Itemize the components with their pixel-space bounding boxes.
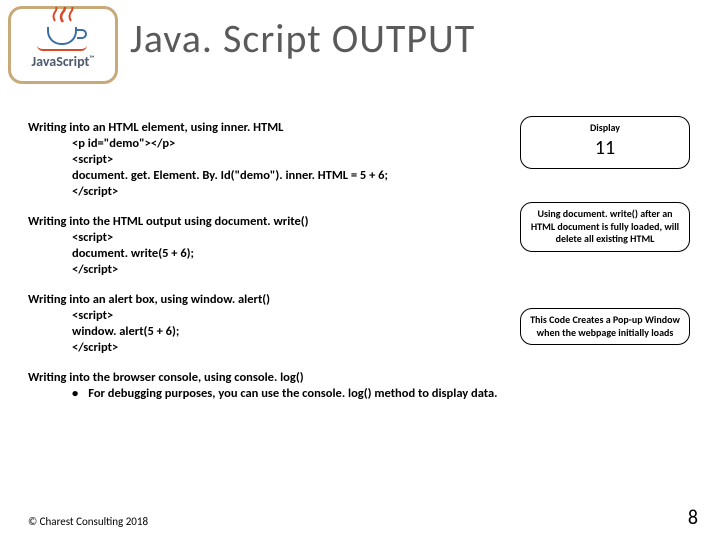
- page-number: 8: [688, 506, 698, 530]
- bullet-dot: •: [72, 386, 78, 401]
- code-line: <script>: [72, 152, 448, 168]
- page-title: Java. Script OUTPUT: [130, 14, 475, 63]
- code-line: <script>: [72, 230, 448, 246]
- callout-documentwrite-warning: Using document. write() after an HTML do…: [520, 202, 690, 252]
- code-line: </script>: [72, 262, 448, 278]
- section-heading: Writing into the HTML output using docum…: [28, 214, 448, 230]
- coffee-cup-icon: [45, 21, 81, 47]
- code-line: document. write(5 + 6);: [72, 246, 448, 262]
- section-documentwrite: Writing into the HTML output using docum…: [28, 214, 448, 278]
- section-consolelog: Writing into the browser console, using …: [28, 370, 668, 402]
- code-line: document. get. Element. By. Id("demo"). …: [72, 168, 448, 184]
- section-heading: Writing into an HTML element, using inne…: [28, 120, 448, 136]
- callout-value: 11: [595, 136, 615, 160]
- section-alert: Writing into an alert box, using window.…: [28, 292, 448, 356]
- code-line: <p id="demo"></p>: [72, 136, 448, 152]
- bullet-text: For debugging purposes, you can use the …: [88, 386, 497, 401]
- steam-icon: [50, 7, 76, 23]
- callout-label: Display: [527, 121, 683, 134]
- sub-bullet: • For debugging purposes, you can use the…: [72, 386, 668, 402]
- callout-alert-note: This Code Creates a Pop-up Window when t…: [520, 308, 690, 345]
- code-line: </script>: [72, 340, 448, 356]
- copyright-footer: © Charest Consulting 2018: [28, 515, 148, 528]
- code-line: </script>: [72, 184, 448, 200]
- callout-display-result: Display 11: [520, 116, 690, 169]
- section-heading: Writing into an alert box, using window.…: [28, 292, 448, 308]
- logo-text: JavaScript™: [32, 53, 95, 70]
- code-line: window. alert(5 + 6);: [72, 324, 448, 340]
- section-heading: Writing into the browser console, using …: [28, 370, 668, 386]
- javascript-logo: JavaScript™: [8, 6, 118, 84]
- code-line: <script>: [72, 308, 448, 324]
- section-innerhtml: Writing into an HTML element, using inne…: [28, 120, 448, 200]
